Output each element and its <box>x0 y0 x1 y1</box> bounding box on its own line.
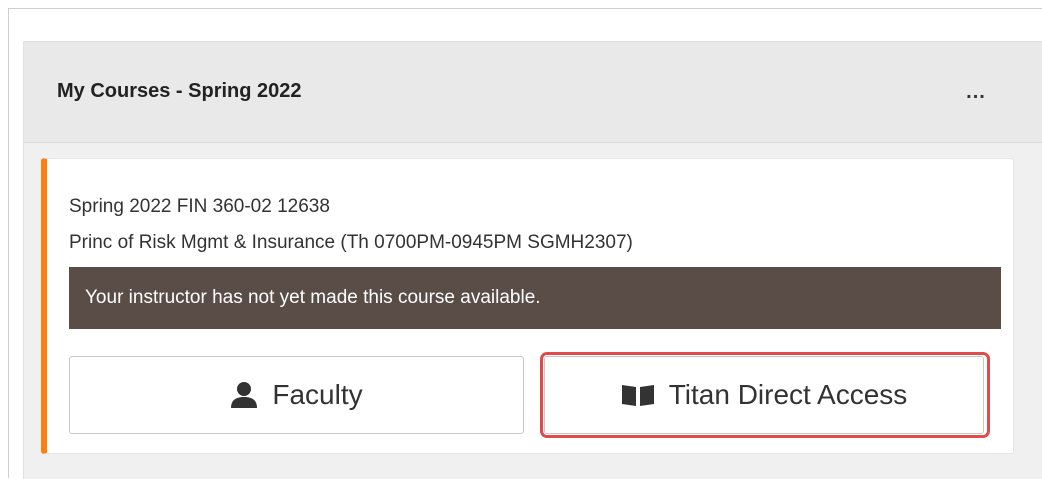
faculty-button-label: Faculty <box>272 379 363 410</box>
user-icon <box>230 382 258 408</box>
more-options-button[interactable]: ... <box>954 74 998 110</box>
widget-title: My Courses - Spring 2022 <box>57 80 302 102</box>
titan-direct-access-label: Titan Direct Access <box>668 379 908 410</box>
titan-direct-access-button[interactable]: Titan Direct Access <box>544 356 984 434</box>
faculty-button[interactable]: Faculty <box>69 356 524 434</box>
page-frame: My Courses - Spring 2022 ... Spring 2022… <box>8 8 1042 479</box>
course-code: Spring 2022 FIN 360-02 12638 <box>69 196 330 217</box>
course-availability-notice: Your instructor has not yet made this co… <box>69 267 1001 329</box>
my-courses-widget: My Courses - Spring 2022 ... Spring 2022… <box>23 41 1042 479</box>
book-icon <box>621 383 655 407</box>
widget-header: My Courses - Spring 2022 ... <box>24 42 1042 143</box>
course-title[interactable]: Princ of Risk Mgmt & Insurance (Th 0700P… <box>69 232 633 254</box>
course-card: Spring 2022 FIN 360-02 12638 Princ of Ri… <box>41 158 1014 454</box>
